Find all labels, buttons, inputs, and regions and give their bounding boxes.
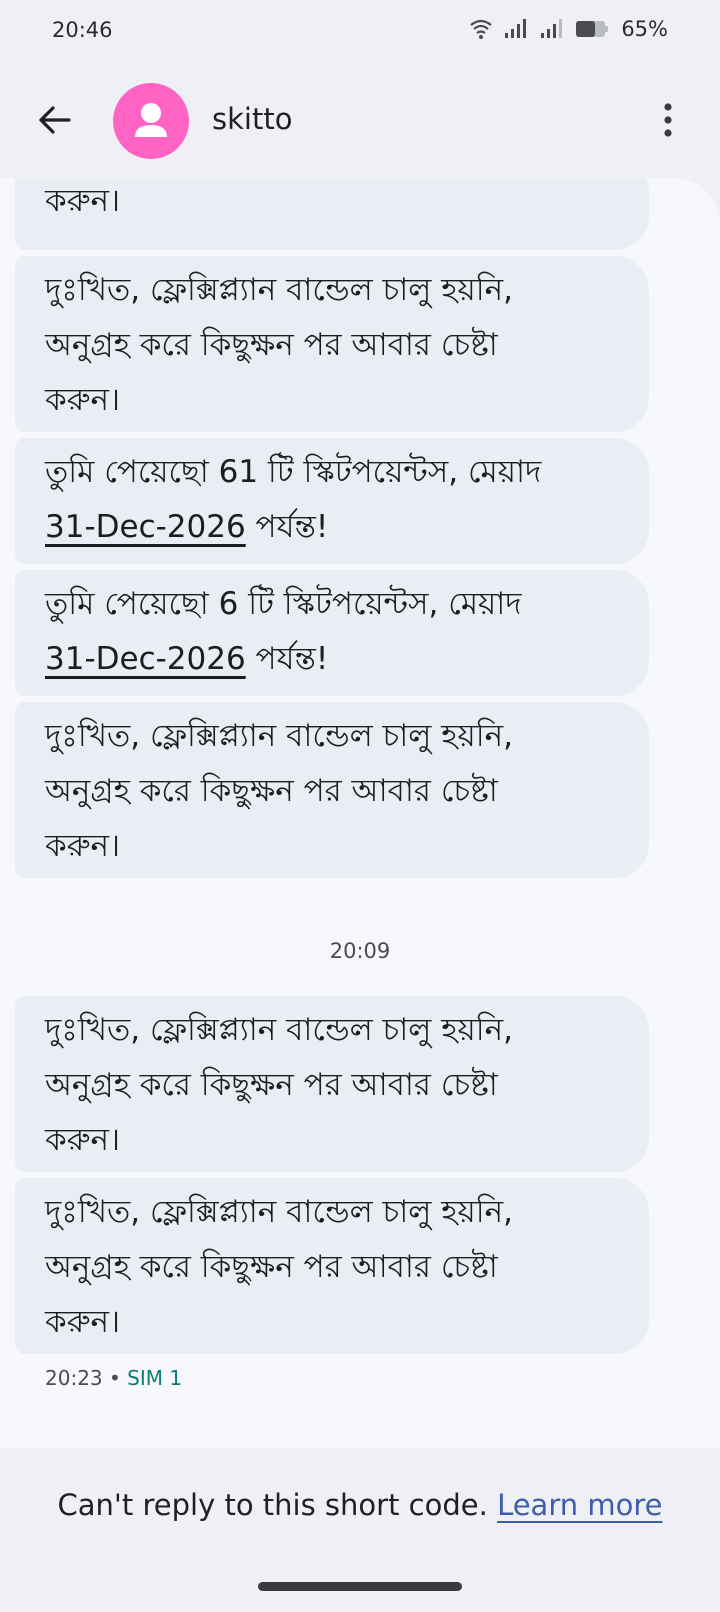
battery-icon <box>576 21 609 37</box>
more-options-button[interactable] <box>648 98 688 142</box>
message-text: অনুগ্রহ করে কিছুক্ষন পর আবার চেষ্টা <box>45 1249 498 1285</box>
message-text: করুন। <box>45 828 121 864</box>
message-text: পর্যন্ত! <box>245 641 329 677</box>
message-text: অনুগ্রহ করে কিছুক্ষন পর আবার চেষ্টা <box>45 327 498 363</box>
signal-icon-2 <box>541 19 563 38</box>
message-bubble[interactable]: দুঃখিত, ফ্লেক্সিপ্ল্যান বান্ডেল চালু হয়… <box>15 996 649 1172</box>
message-text: অনুগ্রহ করে কিছুক্ষন পর আবার চেষ্টা <box>45 1067 498 1103</box>
message-text: পর্যন্ত! <box>245 509 329 545</box>
message-meta: 20:23 • SIM 1 <box>45 1366 182 1390</box>
avatar[interactable] <box>113 83 189 159</box>
message-text: করুন। <box>45 1304 121 1340</box>
status-icons: 65% <box>469 17 668 41</box>
contact-name: skitto <box>212 102 293 136</box>
message-bubble[interactable]: তুমি পেয়েছো 61 টি স্কিটপয়েন্টস, মেয়াদ… <box>15 438 649 564</box>
sim-label: SIM 1 <box>127 1366 183 1390</box>
date-link[interactable]: 31-Dec-2026 <box>45 641 246 677</box>
message-text: তুমি পেয়েছো 61 টি স্কিটপয়েন্টস, মেয়াদ <box>45 454 542 490</box>
arrow-back-icon <box>39 106 71 134</box>
status-time: 20:46 <box>52 18 113 42</box>
signal-icon <box>505 19 527 38</box>
message-bubble[interactable]: দুঃখিত, ফ্লেক্সিপ্ল্যান বান্ডেল চালু হয়… <box>15 702 649 878</box>
battery-percent: 65% <box>621 17 668 41</box>
reply-footer: Can't reply to this short code. Learn mo… <box>0 1448 720 1612</box>
message-time: 20:23 <box>45 1366 103 1390</box>
wifi-icon <box>470 19 492 39</box>
back-button[interactable] <box>32 98 76 142</box>
message-text: দুঃখিত, ফ্লেক্সিপ্ল্যান বান্ডেল চালু হয়… <box>45 1012 513 1048</box>
message-text: করুন। <box>45 1122 121 1158</box>
message-bubble[interactable]: তুমি পেয়েছো 6 টি স্কিটপয়েন্টস, মেয়াদ … <box>15 570 649 696</box>
learn-more-link[interactable]: Learn more <box>497 1488 662 1522</box>
conversation-list[interactable]: করুন। দুঃখিত, ফ্লেক্সিপ্ল্যান বান্ডেল চা… <box>0 178 720 1448</box>
cant-reply-text: Can't reply to this short code. <box>57 1488 498 1522</box>
message-text: তুমি পেয়েছো 6 টি স্কিটপয়েন্টস, মেয়াদ <box>45 586 522 622</box>
date-link[interactable]: 31-Dec-2026 <box>45 509 246 545</box>
message-bubble[interactable]: দুঃখিত, ফ্লেক্সিপ্ল্যান বান্ডেল চালু হয়… <box>15 1178 649 1354</box>
meta-separator: • <box>109 1366 121 1390</box>
cant-reply-notice: Can't reply to this short code. Learn mo… <box>0 1488 720 1522</box>
home-indicator[interactable] <box>258 1582 462 1591</box>
message-text: দুঃখিত, ফ্লেক্সিপ্ল্যান বান্ডেল চালু হয়… <box>45 1194 513 1230</box>
message-text: করুন। <box>45 183 121 219</box>
message-text: করুন। <box>45 382 121 418</box>
status-bar: 20:46 65% <box>0 0 720 62</box>
message-text: দুঃখিত, ফ্লেক্সিপ্ল্যান বান্ডেল চালু হয়… <box>45 272 513 308</box>
message-text: দুঃখিত, ফ্লেক্সিপ্ল্যান বান্ডেল চালু হয়… <box>45 718 513 754</box>
person-icon <box>135 103 167 137</box>
more-vert-icon <box>664 103 672 137</box>
time-divider: 20:09 <box>329 939 391 963</box>
message-bubble[interactable]: দুঃখিত, ফ্লেক্সিপ্ল্যান বান্ডেল চালু হয়… <box>15 256 649 432</box>
message-bubble[interactable]: করুন। <box>15 178 649 250</box>
message-text: অনুগ্রহ করে কিছুক্ষন পর আবার চেষ্টা <box>45 773 498 809</box>
app-bar: skitto <box>0 62 720 178</box>
